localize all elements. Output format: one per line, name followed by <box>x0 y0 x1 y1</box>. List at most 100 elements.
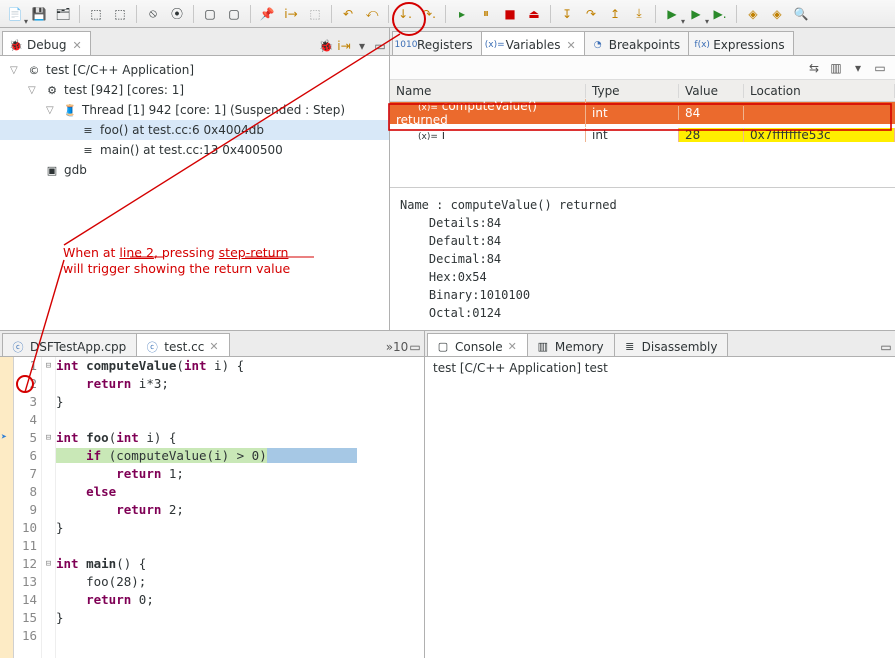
twisty-icon[interactable]: ▽ <box>28 85 40 96</box>
tab-expressions[interactable]: f(x)Expressions <box>688 31 793 55</box>
nav-back-button[interactable]: ⬚ <box>85 3 107 25</box>
new-button[interactable]: 📄▾ <box>4 3 26 25</box>
code-line[interactable]: else <box>56 483 424 501</box>
code-line[interactable]: int main() { <box>56 555 424 573</box>
code-line[interactable]: foo(28); <box>56 573 424 591</box>
code-line[interactable]: return 2; <box>56 501 424 519</box>
debug-tree-row[interactable]: ≡ foo() at test.cc:6 0x4004db <box>0 120 389 140</box>
step-over-button[interactable]: ↷ <box>580 3 602 25</box>
close-icon[interactable]: ✕ <box>567 39 576 52</box>
maximize-icon[interactable]: ▭ <box>406 338 424 356</box>
line-number: 6 <box>14 447 37 465</box>
vars-collapse-icon[interactable]: ⇆ <box>805 59 823 77</box>
code-line[interactable] <box>56 537 424 555</box>
close-icon[interactable]: ✕ <box>508 340 517 353</box>
drop-frame-button[interactable]: ⤓ <box>628 3 650 25</box>
col-name[interactable]: Name <box>390 84 586 98</box>
tab-registers[interactable]: 1010Registers <box>392 31 482 55</box>
editor-tab-testcc[interactable]: ⓒ test.cc ✕ <box>136 333 229 356</box>
line-number: 4 <box>14 411 37 429</box>
tab-console[interactable]: ▢Console✕ <box>427 333 528 356</box>
step-into-button[interactable]: ↧ <box>556 3 578 25</box>
line-number: 16 <box>14 627 37 645</box>
view-a-button[interactable]: ▢ <box>199 3 221 25</box>
step-return-button[interactable]: ↶ <box>337 3 359 25</box>
suspend-button[interactable]: ⏸ <box>475 3 497 25</box>
col-location[interactable]: Location <box>744 84 895 98</box>
fold-toggle[interactable]: ⊟ <box>42 429 55 447</box>
fold-toggle[interactable]: ⊟ <box>42 555 55 573</box>
profile-button[interactable]: ◈ <box>766 3 788 25</box>
code-line[interactable]: int foo(int i) { <box>56 429 424 447</box>
line-number: 12 <box>14 555 37 573</box>
debug-tree-row[interactable]: ▽ 🧵 Thread [1] 942 [core: 1] (Suspended … <box>0 100 389 120</box>
step-return-alt-button[interactable]: ↥ <box>604 3 626 25</box>
fold-toggle[interactable]: ⊟ <box>42 357 55 375</box>
minimize-icon[interactable]: ▭ <box>371 37 389 55</box>
toggle-breakpoint-button[interactable]: ⦿ <box>166 3 188 25</box>
code-line[interactable]: } <box>56 519 424 537</box>
close-icon[interactable]: ✕ <box>209 340 218 353</box>
debug-tree[interactable]: ▽ © test [C/C++ Application] ▽ ⚙ test [9… <box>0 56 389 330</box>
close-icon[interactable]: ✕ <box>72 39 81 52</box>
vars-min-icon[interactable]: ▭ <box>871 59 889 77</box>
disconnect-button[interactable]: ⏏ <box>523 3 545 25</box>
code-line[interactable]: return 0; <box>56 591 424 609</box>
twisty-icon[interactable]: ▽ <box>10 65 22 76</box>
twisty-icon[interactable]: ▽ <box>46 105 58 116</box>
tab-memory[interactable]: ▥Memory <box>527 333 615 356</box>
skip-breakpoints-button[interactable]: ⦸ <box>142 3 164 25</box>
debug-config-icon[interactable]: 🐞 <box>317 37 335 55</box>
main-toolbar: 📄▾ 💾 🗂 ⬚ ⬚ ⦸ ⦿ ▢ ▢ 📌 i→ ⬚ ↶ ⤺ ↓. ↷. ▸ ⏸ … <box>0 0 895 28</box>
save-all-button[interactable]: 🗂 <box>52 3 74 25</box>
code-line[interactable]: } <box>56 393 424 411</box>
run-last-button[interactable]: ▶▾ <box>685 3 707 25</box>
nav-fwd-button[interactable]: ⬚ <box>109 3 131 25</box>
run-ext-button[interactable]: ▶. <box>709 3 731 25</box>
terminate-button[interactable]: ■ <box>499 3 521 25</box>
tab-disassembly[interactable]: ≣Disassembly <box>614 333 729 356</box>
save-button[interactable]: 💾 <box>28 3 50 25</box>
search-button[interactable]: 🔍 <box>790 3 812 25</box>
view-control-icon[interactable]: ▭ <box>877 338 895 356</box>
step-over-sel-button[interactable]: ↷. <box>418 3 440 25</box>
debug-tree-row[interactable]: ≡ main() at test.cc:13 0x400500 <box>0 140 389 160</box>
step-filter-icon[interactable]: i⇥ <box>335 37 353 55</box>
fold-toggle <box>42 447 55 465</box>
editor-tab-dsftestapp[interactable]: ⓒ DSFTestApp.cpp <box>2 333 137 356</box>
open-type-button[interactable]: ◈ <box>742 3 764 25</box>
vars-layout-icon[interactable]: ▥ <box>827 59 845 77</box>
col-value[interactable]: Value <box>679 84 744 98</box>
vars-menu-icon[interactable]: ▾ <box>849 59 867 77</box>
code-line[interactable] <box>56 627 424 645</box>
undo-step-button[interactable]: ⤺ <box>361 3 383 25</box>
code-line[interactable]: } <box>56 609 424 627</box>
col-type[interactable]: Type <box>586 84 679 98</box>
code-line[interactable]: return 1; <box>56 465 424 483</box>
code-line[interactable]: return i*3; <box>56 375 424 393</box>
code-line[interactable]: int computeValue(int i) { <box>56 357 424 375</box>
tab-breakpoints[interactable]: ◔Breakpoints <box>584 31 689 55</box>
run-button[interactable]: ▶▾ <box>661 3 683 25</box>
instr-step-button[interactable]: i→ <box>280 3 302 25</box>
code-line[interactable] <box>56 411 424 429</box>
editor-more-tabs[interactable]: »10 <box>388 338 406 356</box>
resume-button[interactable]: ▸ <box>451 3 473 25</box>
view-b-button[interactable]: ▢ <box>223 3 245 25</box>
breakpoints-icon: ◔ <box>591 38 605 52</box>
code-editor[interactable]: ➤ 12345678910111213141516 ⊟⊟⊟ int comput… <box>0 357 424 658</box>
step-into-sel-button[interactable]: ↓. <box>394 3 416 25</box>
debug-tab[interactable]: 🐞 Debug ✕ <box>2 31 91 55</box>
debug-tree-row[interactable]: ▣ gdb <box>0 160 389 180</box>
variable-row[interactable]: (x)= i int 28 0x7fffffffe53c <box>390 124 895 146</box>
tab-variables[interactable]: (x)=Variables✕ <box>481 31 585 55</box>
pin-button[interactable]: 📌 <box>256 3 278 25</box>
tree-row-label: foo() at test.cc:6 0x4004db <box>100 123 264 137</box>
variable-row[interactable]: (x)= computeValue() returned int 84 <box>390 102 895 124</box>
highlight-button[interactable]: ⬚ <box>304 3 326 25</box>
menu-icon[interactable]: ▾ <box>353 37 371 55</box>
debug-tree-row[interactable]: ▽ © test [C/C++ Application] <box>0 60 389 80</box>
debug-tree-row[interactable]: ▽ ⚙ test [942] [cores: 1] <box>0 80 389 100</box>
code-line[interactable]: if (computeValue(i) > 0) <box>56 447 424 465</box>
variables-rows[interactable]: (x)= computeValue() returned int 84 (x)=… <box>390 102 895 146</box>
